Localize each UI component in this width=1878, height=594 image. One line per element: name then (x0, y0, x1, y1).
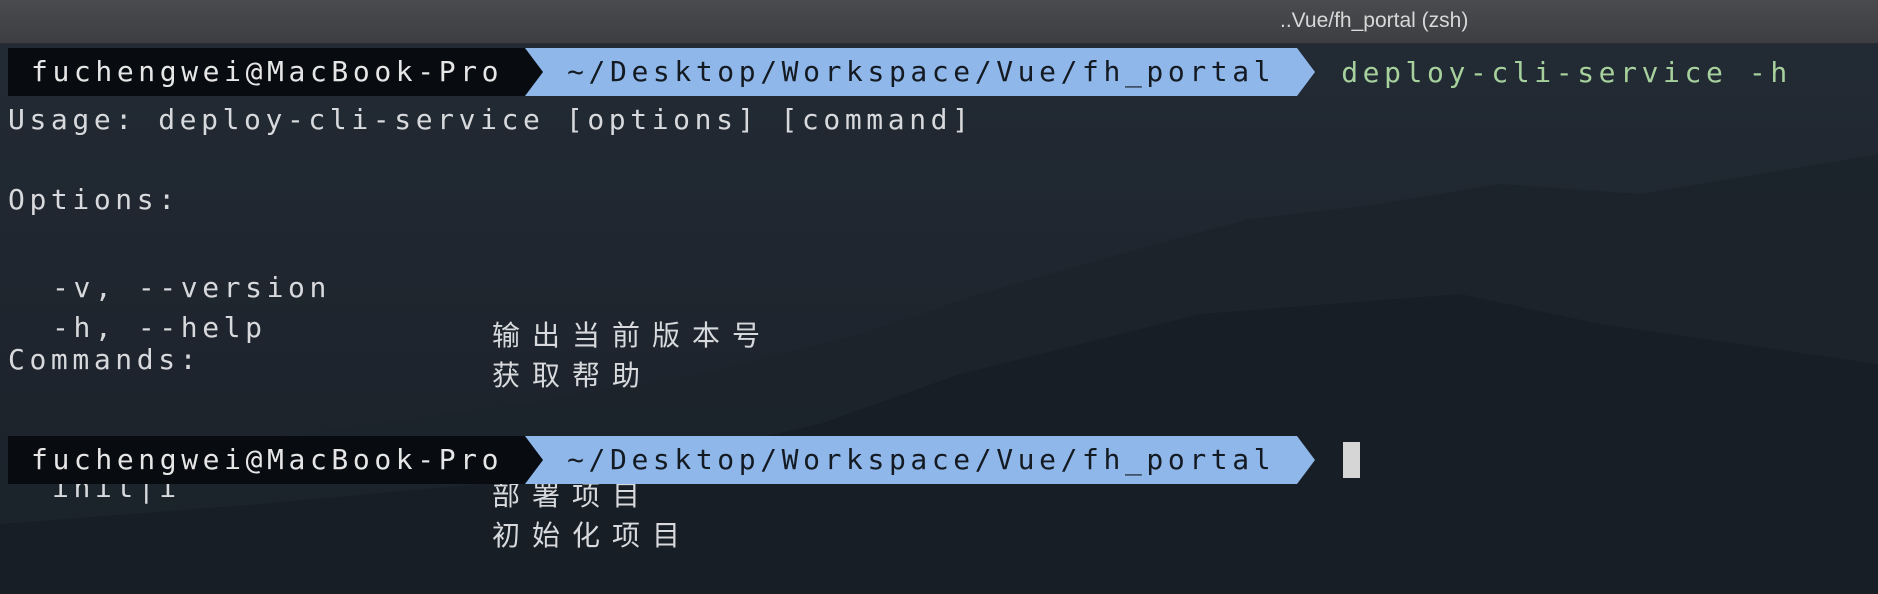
prompt-user-host: fuchengwei@MacBook-Pro (8, 436, 526, 484)
command-description: 初始化项目 (492, 519, 693, 552)
powerline-arrow-icon (525, 436, 544, 484)
terminal-output[interactable]: fuchengwei@MacBook-Pro ~/Desktop/Workspa… (0, 44, 1878, 594)
prompt-path: ~/Desktop/Workspace/Vue/fh_portal (543, 48, 1298, 96)
powerline-arrow-icon (1297, 48, 1316, 96)
entered-command: deploy-cli-service -h (1341, 55, 1792, 89)
title-bar[interactable]: ..Vue/fh_portal (zsh) (0, 0, 1878, 44)
usage-line: Usage: deploy-cli-service [options] [com… (8, 103, 974, 136)
prompt-user-host: fuchengwei@MacBook-Pro (8, 48, 526, 96)
prompt-line-2[interactable]: fuchengwei@MacBook-Pro ~/Desktop/Workspa… (8, 436, 1361, 484)
prompt-path: ~/Desktop/Workspace/Vue/fh_portal (543, 436, 1298, 484)
option-row: -h, --help 获取帮助 (0, 256, 1878, 392)
block-cursor-icon[interactable] (1343, 442, 1361, 478)
powerline-arrow-icon (525, 48, 544, 96)
powerline-arrow-icon (1297, 436, 1316, 484)
terminal-window: ..Vue/fh_portal (zsh) fuchengwei@MacBook… (0, 0, 1878, 594)
prompt-line-1: fuchengwei@MacBook-Pro ~/Desktop/Workspa… (8, 48, 1792, 96)
window-title: ..Vue/fh_portal (zsh) (1280, 9, 1469, 32)
